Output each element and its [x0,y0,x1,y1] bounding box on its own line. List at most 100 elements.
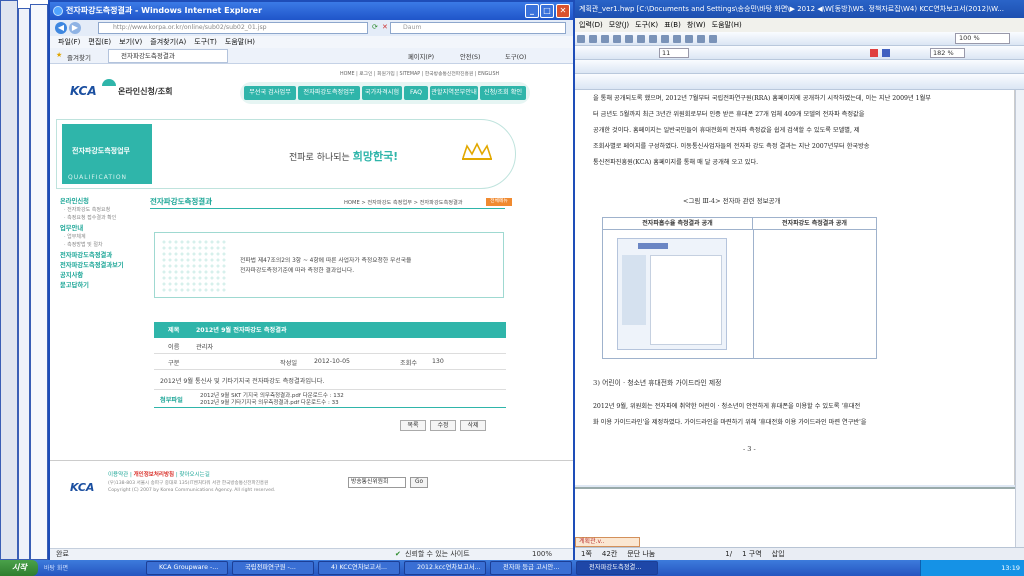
tab-current-page[interactable]: 전자파강도측정결과 [108,49,228,63]
hwp-tool-icon[interactable] [649,35,657,43]
footer-go-button[interactable]: Go [410,477,428,488]
start-button[interactable]: 시작 [0,560,38,576]
ie-logo-icon [53,6,63,16]
hwp-tool-icon[interactable] [625,35,633,43]
menu-favorites[interactable]: 즐겨찾기(A) [150,36,186,48]
status-zoom[interactable]: 100% [532,549,552,560]
nav-regional-offices[interactable]: 관할지역본부안내 [430,86,478,100]
hwp-document-tab[interactable]: 계획관.v.. [575,537,640,547]
kca-logo[interactable]: KCA [70,84,110,100]
favorites-star-icon[interactable]: ★ [56,51,62,59]
hwp-zoom-box[interactable]: 100 % [955,33,1010,44]
nav-national-exam[interactable]: 국가자격시험 [362,86,402,100]
hwp-tool-icon[interactable] [577,35,585,43]
clock[interactable]: 13:19 [1001,564,1020,572]
hwp-menu-tools[interactable]: 도구(K) [635,18,658,32]
task-emf-grade[interactable]: 전자파 등급 고시안... [490,561,572,575]
delete-button[interactable]: 삭제 [460,420,486,431]
address-bar[interactable]: http://www.korpa.or.kr/online/sub02/sub0… [98,22,368,34]
status-done: 완료 [56,550,69,558]
hwp-tool-icon[interactable] [685,35,693,43]
hwp-menu-format[interactable]: 모양(J) [609,18,629,32]
background-window-edge[interactable] [0,0,18,560]
search-input[interactable]: Daum [390,22,566,34]
hwp-zoom2-box[interactable]: 182 % [930,48,965,58]
sidebar-item-results-view[interactable]: 전자파강도측정결과보기 [60,260,124,269]
background-window-edge[interactable] [18,8,30,560]
refresh-icon[interactable]: ⟳ [372,23,378,31]
info-box: 전파법 제47조의2의 3항 ~ 4항에 따른 사업자가 측정요청한 무선국을 … [154,232,504,298]
safety-menu-button[interactable]: 안전(S) [460,52,481,61]
task-kcc-report-doc[interactable]: 2012.kcc연차보고서... [404,561,486,575]
footer-links-terms[interactable]: 이용약관 | [108,472,134,478]
sidebar-item-online-apply[interactable]: 온라인신청 [60,196,89,205]
sidebar-item-notice[interactable]: 공지사항 [60,270,83,279]
sidebar-subitem[interactable]: · 측정요청 접수결과 확인 [64,214,116,221]
favorites-button[interactable]: 즐겨찾기 [67,52,91,62]
status-page-count: 1/ [725,550,733,558]
attachment-link-2[interactable]: 2012년 9월 기타기지국 의무측정결과.pdf 다운로드수 : 33 [200,398,339,406]
attach-label: 첨부파일 [160,397,183,404]
page-heading: 전자파강도측정결과 [150,197,213,206]
list-button[interactable]: 목록 [400,420,426,431]
edit-button[interactable]: 수정 [430,420,456,431]
sidebar-subitem[interactable]: · 전자파강도 측정요청 [64,206,110,213]
breadcrumb[interactable]: HOME > 전자파강도 측정업무 > 전자파강도측정결과 [344,199,463,206]
maximize-button[interactable]: □ [540,4,554,18]
top-links[interactable]: HOME | 로그인 | 회원가입 | SITEMAP | 한국방송통신전파진흥… [340,70,499,77]
sidebar-item-qna[interactable]: 묻고답하기 [60,280,89,289]
hwp-font-size-box[interactable]: 11 [659,48,689,58]
hwp-tool-icon[interactable] [673,35,681,43]
stop-icon[interactable]: ✕ [382,23,388,31]
nav-radio-inspection[interactable]: 무선국 검사업무 [244,86,296,100]
sidebar-subitem[interactable]: · 업무체계 [64,233,86,240]
nav-faq[interactable]: FAQ [404,86,428,100]
hwp-menu-table[interactable]: 표(B) [664,18,681,32]
webpage: HOME | 로그인 | 회원가입 | SITEMAP | 한국방송통신전파진흥… [50,64,573,548]
page-menu-button[interactable]: 페이지(P) [408,52,434,61]
back-icon[interactable]: ◀ [55,22,67,34]
forward-icon[interactable]: ▶ [69,22,81,34]
hwp-document-page[interactable]: 을 통해 공개되도록 했으며, 2012년 7월부터 국립전파연구원(RRA) … [575,90,1015,485]
close-button[interactable]: ✕ [556,4,570,18]
sidebar-subitem[interactable]: · 측정방법 및 절차 [64,241,103,248]
color-swatch-icon[interactable] [870,49,878,57]
menu-view[interactable]: 보기(V) [119,36,142,48]
footer-site-select[interactable]: 방송통신위원회 [348,477,406,488]
minimize-button[interactable]: _ [525,4,539,18]
hwp-tool-icon[interactable] [601,35,609,43]
footer-privacy-link[interactable]: 개인정보처리방침 [134,472,174,478]
background-window-edge[interactable] [30,4,48,560]
breadcrumb-tag[interactable]: 전체메뉴 [486,198,512,206]
ie-status-bar: 완료 ✔ 신뢰할 수 있는 사이트 100% [50,548,573,560]
task-rra[interactable]: 국립전파연구원 -... [232,561,314,575]
nav-application-check[interactable]: 신청/조회 확인 [480,86,526,100]
task-kca-groupware[interactable]: KCA Groupware -... [146,561,228,575]
hwp-menu-help[interactable]: 도움말(H) [712,18,742,32]
hwp-menu-insert[interactable]: 입력(D) [579,18,603,32]
hwp-tool-icon[interactable] [613,35,621,43]
task-kcc-report-folder[interactable]: 4) KCC연차보고서... [318,561,400,575]
sidebar-item-guide[interactable]: 업무안내 [60,223,83,232]
footer-copyright: Copyright (C) 2007 by Korea Communicatio… [108,488,276,493]
hwp-tool-icon[interactable] [697,35,705,43]
nav-emf-measurement[interactable]: 전자파강도측정업무 [298,86,360,100]
quicklaunch-desktop[interactable]: 바탕 화면 [44,563,68,572]
hwp-vertical-scrollbar[interactable] [1015,90,1024,547]
hwp-menu-window[interactable]: 창(W) [687,18,706,32]
hwp-tool-icon[interactable] [637,35,645,43]
menu-edit[interactable]: 편집(E) [88,36,111,48]
color-swatch-icon[interactable] [882,49,890,57]
hwp-tool-icon[interactable] [709,35,717,43]
hwp-toolbar-2: 11 182 % [575,46,1024,60]
tools-menu-button[interactable]: 도구(O) [505,52,526,61]
menu-help[interactable]: 도움말(H) [225,36,255,48]
hwp-tool-icon[interactable] [661,35,669,43]
status-paragraph: 문단 나눔 [627,550,656,558]
menu-file[interactable]: 파일(F) [58,36,80,48]
footer-links-directions[interactable]: | 찾아오시는길 [174,472,210,478]
task-emf-results[interactable]: 전자파강도측정결... [576,561,658,575]
sidebar-item-results[interactable]: 전자파강도측정결과 [60,250,112,259]
menu-tools[interactable]: 도구(T) [194,36,217,48]
hwp-tool-icon[interactable] [589,35,597,43]
